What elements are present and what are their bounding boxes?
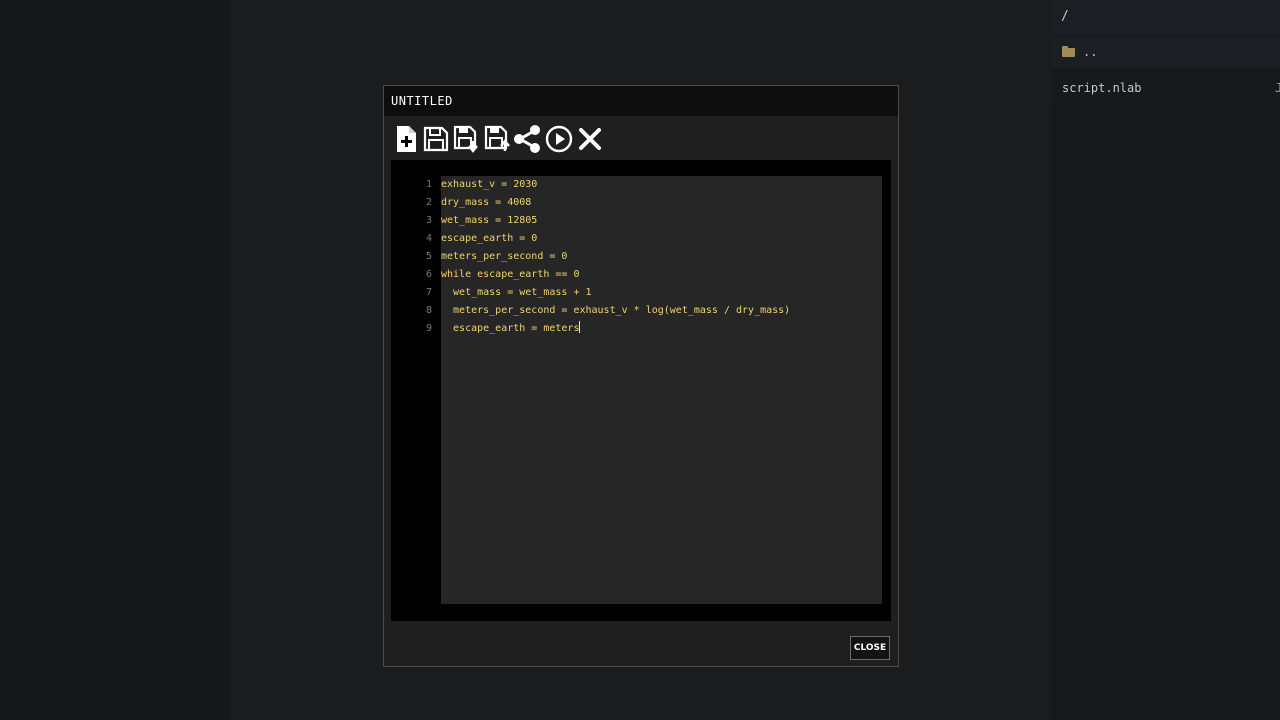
file-trailing-text: J	[1275, 81, 1280, 95]
line-number: 5	[425, 251, 432, 262]
save-upload-icon	[484, 125, 510, 151]
file-browser-panel: / .. script.nlab J	[1051, 0, 1280, 720]
save-upload-button[interactable]	[484, 122, 512, 156]
dialog-title-bar: UNTITLED	[384, 86, 898, 116]
folder-icon	[1062, 46, 1075, 57]
line-number: 1	[425, 179, 432, 190]
save-icon	[423, 126, 449, 152]
share-icon	[514, 125, 540, 153]
path-bar: /	[1051, 0, 1280, 36]
file-label: ..	[1083, 45, 1098, 59]
script-editor-dialog: UNTITLED 1 2 3 4 5 6 7 8 9 exhaust_v = 2…	[383, 85, 899, 667]
file-label: script.nlab	[1062, 81, 1142, 95]
save-download-button[interactable]	[453, 122, 481, 156]
close-button[interactable]: CLOSE	[850, 636, 890, 660]
share-button[interactable]	[513, 122, 541, 156]
line-number: 6	[425, 269, 432, 280]
code-line: wet_mass = wet_mass + 1	[441, 287, 592, 298]
clear-button[interactable]	[576, 122, 604, 156]
new-file-icon	[397, 126, 416, 152]
code-line: dry_mass = 4008	[441, 197, 532, 208]
close-icon	[579, 128, 601, 150]
line-number: 8	[425, 305, 432, 316]
code-line: meters_per_second = exhaust_v * log(wet_…	[441, 305, 791, 316]
code-text-area[interactable]: exhaust_v = 2030 dry_mass = 4008 wet_mas…	[441, 176, 882, 604]
line-number: 7	[425, 287, 432, 298]
save-download-icon	[453, 125, 478, 153]
code-line: while escape_earth == 0	[441, 269, 580, 280]
file-row-script[interactable]: script.nlab J	[1051, 71, 1280, 103]
text-cursor	[579, 321, 581, 333]
code-line: meters_per_second = 0	[441, 251, 568, 262]
line-number-gutter: 1 2 3 4 5 6 7 8 9	[391, 176, 441, 338]
dialog-title: UNTITLED	[391, 94, 453, 108]
line-number: 9	[425, 323, 432, 334]
code-line: escape_earth = 0	[441, 233, 538, 244]
code-line-active: escape_earth = meters	[441, 320, 882, 338]
left-panel	[0, 0, 229, 720]
line-number: 4	[425, 233, 432, 244]
editor-toolbar	[392, 122, 622, 156]
save-button[interactable]	[422, 122, 450, 156]
code-line: wet_mass = 12805	[441, 215, 538, 226]
run-button[interactable]	[545, 122, 573, 156]
file-row-parent-directory[interactable]: ..	[1051, 37, 1280, 69]
current-path: /	[1061, 9, 1069, 24]
code-editor[interactable]: 1 2 3 4 5 6 7 8 9 exhaust_v = 2030 dry_m…	[391, 160, 891, 621]
line-number: 3	[425, 215, 432, 226]
line-number: 2	[425, 197, 432, 208]
code-line-text: escape_earth = meters	[441, 323, 580, 334]
new-file-button[interactable]	[392, 122, 420, 156]
code-line: exhaust_v = 2030	[441, 179, 538, 190]
play-icon	[545, 125, 573, 153]
